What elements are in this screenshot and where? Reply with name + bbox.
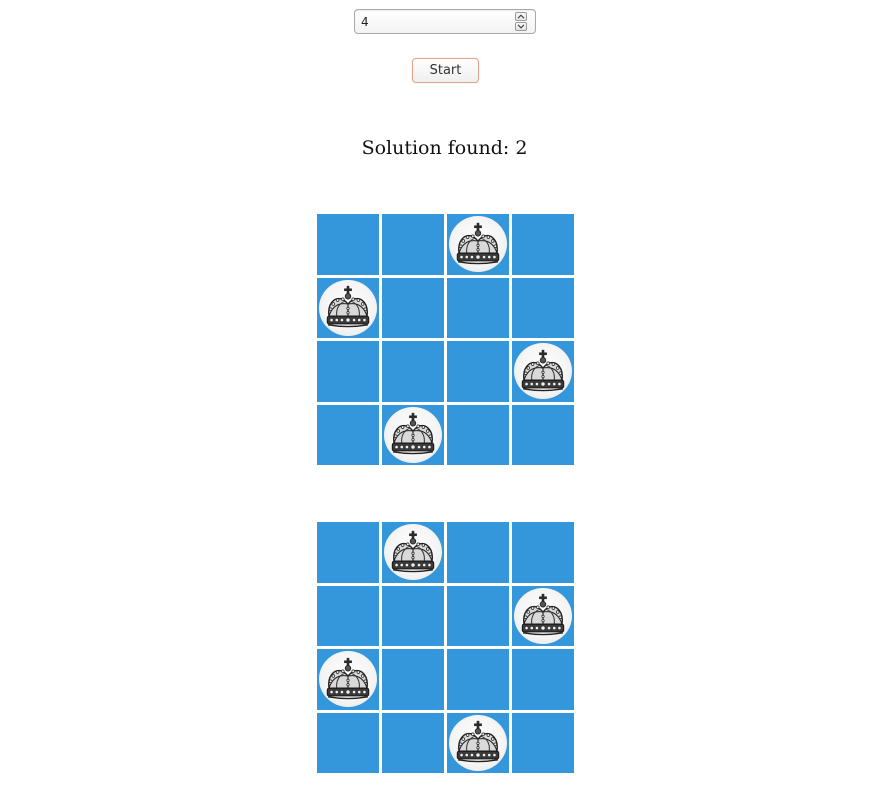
spin-down-button[interactable] — [515, 22, 527, 31]
board-cell — [382, 522, 444, 583]
solutions-count-text: Solution found: 2 — [361, 137, 528, 159]
board-cell — [447, 404, 509, 465]
board-cell — [447, 585, 509, 646]
board-cell — [447, 522, 509, 583]
board-cell — [512, 522, 574, 583]
board-cell — [317, 341, 379, 402]
board-cell — [512, 649, 574, 710]
board-cell — [382, 277, 444, 338]
board-size-spinner[interactable] — [354, 9, 536, 34]
board-cell — [512, 585, 574, 646]
board-cell — [317, 214, 379, 275]
crown-icon — [449, 714, 507, 771]
board-cell — [512, 341, 574, 402]
board-cell — [512, 214, 574, 275]
board-cell — [317, 585, 379, 646]
chevron-down-icon — [517, 24, 525, 29]
board-cell — [382, 712, 444, 773]
crown-icon — [319, 279, 377, 336]
board-cell — [382, 649, 444, 710]
crown-icon — [514, 343, 572, 400]
board-cell — [447, 712, 509, 773]
board-cell — [317, 712, 379, 773]
crown-icon — [449, 216, 507, 273]
crown-icon — [514, 587, 572, 644]
solution-board-2 — [317, 522, 574, 773]
board-cell — [317, 522, 379, 583]
start-button[interactable]: Start — [412, 58, 479, 83]
board-cell — [382, 585, 444, 646]
board-cell — [512, 404, 574, 465]
chevron-up-icon — [517, 14, 525, 19]
crown-icon — [319, 651, 377, 708]
board-cell — [382, 341, 444, 402]
crown-icon — [384, 524, 442, 581]
solution-board-1 — [317, 214, 574, 465]
board-cell — [382, 404, 444, 465]
board-cell — [447, 649, 509, 710]
board-cell — [382, 214, 444, 275]
crown-icon — [384, 406, 442, 463]
board-cell — [447, 214, 509, 275]
board-cell — [317, 404, 379, 465]
board-cell — [317, 277, 379, 338]
board-cell — [447, 341, 509, 402]
spin-up-button[interactable] — [515, 12, 527, 21]
board-cell — [512, 712, 574, 773]
board-cell — [447, 277, 509, 338]
board-size-input[interactable] — [361, 13, 501, 30]
board-cell — [317, 649, 379, 710]
board-cell — [512, 277, 574, 338]
